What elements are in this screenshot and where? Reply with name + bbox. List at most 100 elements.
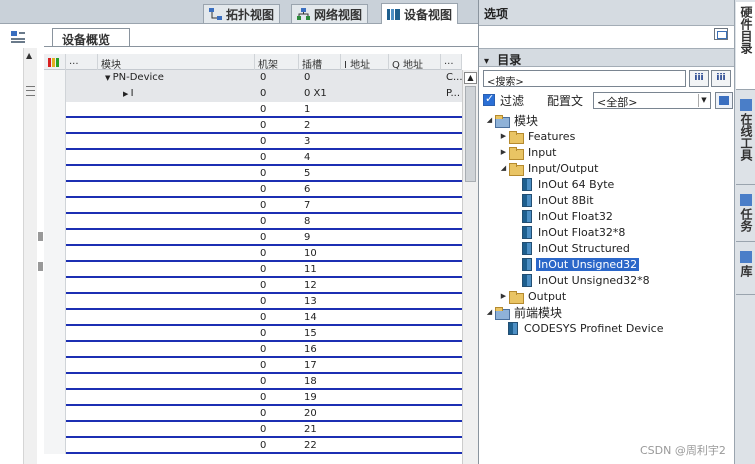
catalog-header[interactable]: ▾ 目录 <box>479 48 735 67</box>
row-selector[interactable] <box>44 214 66 230</box>
collapsed-icon[interactable]: ▶ <box>499 292 508 300</box>
scroll-up-icon[interactable]: ▲ <box>464 72 477 84</box>
filter-checkbox[interactable] <box>483 92 495 106</box>
row-selector[interactable] <box>44 358 66 374</box>
tab-topology-view[interactable]: 拓扑视图 <box>203 4 281 23</box>
dropdown-arrow-icon[interactable]: ▼ <box>698 94 709 107</box>
row-selector[interactable] <box>44 438 66 454</box>
tree-item[interactable]: InOut Unsigned32*8 <box>513 272 652 288</box>
table-scrollbar[interactable]: ▲ <box>462 70 478 464</box>
table-row[interactable]: 0 20 <box>44 406 462 422</box>
row-selector[interactable] <box>44 70 66 86</box>
table-row[interactable]: 0 10 <box>44 246 462 262</box>
table-row[interactable]: ▶ I00 X1 P... <box>44 86 462 102</box>
row-selector[interactable] <box>44 374 66 390</box>
row-selector[interactable] <box>44 262 66 278</box>
row-selector[interactable] <box>44 118 66 134</box>
table-row[interactable]: 01 <box>44 102 462 118</box>
table-row[interactable]: 06 <box>44 182 462 198</box>
expanded-icon[interactable]: ▼ <box>105 74 113 82</box>
tab-device-overview[interactable]: 设备概览 <box>52 28 130 47</box>
header-q-address[interactable]: Q 地址 <box>389 54 441 70</box>
side-tab-1[interactable]: 在线工具 <box>736 95 755 185</box>
row-selector[interactable] <box>44 342 66 358</box>
tree-item[interactable]: ◢ 模块 <box>485 112 540 128</box>
tree-item[interactable]: ◢ Input/Output <box>499 160 600 176</box>
expanded-icon[interactable]: ◢ <box>499 164 508 172</box>
tree-item[interactable]: ▶ Output <box>499 288 568 304</box>
tab-network-view[interactable]: 网络视图 <box>291 4 369 23</box>
expanded-icon[interactable]: ◢ <box>485 308 494 316</box>
expand-arrow-icon[interactable] <box>38 262 43 271</box>
expanded-icon[interactable]: ◢ <box>485 116 494 124</box>
table-row[interactable]: 0 12 <box>44 278 462 294</box>
header-slot[interactable]: 插槽 <box>299 54 341 70</box>
search-down-button[interactable]: iii <box>689 70 709 87</box>
tab-device-view[interactable]: 设备视图 <box>381 3 459 24</box>
chevron-down-icon[interactable]: ▾ <box>484 56 489 67</box>
table-row[interactable]: 09 <box>44 230 462 246</box>
tree-item[interactable]: InOut Unsigned32 <box>513 256 640 272</box>
row-selector[interactable] <box>44 166 66 182</box>
table-row[interactable]: 0 15 <box>44 326 462 342</box>
collapsed-icon[interactable]: ▶ <box>499 148 508 156</box>
table-row[interactable]: 0 16 <box>44 342 462 358</box>
table-row[interactable]: 0 14 <box>44 310 462 326</box>
scroll-up-icon[interactable]: ▲ <box>26 51 32 60</box>
table-row[interactable]: 03 <box>44 134 462 150</box>
table-row[interactable]: 0 11 <box>44 262 462 278</box>
table-row[interactable]: 0 21 <box>44 422 462 438</box>
table-row[interactable]: 07 <box>44 198 462 214</box>
profile-settings-icon[interactable] <box>715 92 733 109</box>
side-tab-2[interactable]: 任务 <box>736 190 755 242</box>
table-row[interactable]: 02 <box>44 118 462 134</box>
table-row[interactable]: 0 17 <box>44 358 462 374</box>
grip-icon[interactable] <box>26 86 35 96</box>
table-row[interactable]: 0 18 <box>44 374 462 390</box>
row-selector[interactable] <box>44 182 66 198</box>
scroll-thumb[interactable] <box>465 86 476 182</box>
row-selector[interactable] <box>44 102 66 118</box>
tree-item[interactable]: ▶ Features <box>499 128 577 144</box>
header-module[interactable]: 模块 <box>98 54 255 70</box>
search-up-button[interactable]: iii <box>711 70 731 87</box>
table-row[interactable]: 05 <box>44 166 462 182</box>
table-row[interactable]: ▼ PN-Device 0 0 C... <box>44 70 462 86</box>
tree-item[interactable]: InOut 64 Byte <box>513 176 616 192</box>
catalog-search-input[interactable]: <搜索> <box>483 70 686 88</box>
profile-select[interactable]: <全部> ▼ <box>593 92 711 109</box>
side-tab-0[interactable]: 硬件目录 <box>736 2 755 90</box>
table-row[interactable]: 04 <box>44 150 462 166</box>
left-splitter-scroll[interactable]: ▲ <box>23 48 37 464</box>
row-selector[interactable] <box>44 326 66 342</box>
row-selector[interactable] <box>44 422 66 438</box>
panel-layout-icon[interactable] <box>714 28 728 40</box>
header-i-address[interactable]: I 地址 <box>341 54 389 70</box>
row-selector[interactable] <box>44 246 66 262</box>
tree-item[interactable]: InOut Float32 <box>513 208 615 224</box>
table-row[interactable]: 0 22 <box>44 438 462 454</box>
header-rack[interactable]: 机架 <box>255 54 299 70</box>
tree-item[interactable]: InOut Structured <box>513 240 632 256</box>
row-selector[interactable] <box>44 278 66 294</box>
tree-item[interactable]: ▶ Input <box>499 144 558 160</box>
row-selector[interactable] <box>44 134 66 150</box>
row-selector[interactable] <box>44 86 66 102</box>
table-row[interactable]: 08 <box>44 214 462 230</box>
row-selector[interactable] <box>44 294 66 310</box>
row-selector[interactable] <box>44 406 66 422</box>
row-selector[interactable] <box>44 150 66 166</box>
header-more[interactable]: ... <box>441 54 462 70</box>
row-selector[interactable] <box>44 310 66 326</box>
collapse-arrow-icon[interactable] <box>38 232 43 241</box>
side-tab-3[interactable]: 库 <box>736 247 755 295</box>
tree-item[interactable]: CODESYS Profinet Device <box>499 320 666 336</box>
collapsed-icon[interactable]: ▶ <box>123 90 131 98</box>
row-selector[interactable] <box>44 198 66 214</box>
row-selector[interactable] <box>44 390 66 406</box>
tree-item[interactable]: InOut 8Bit <box>513 192 596 208</box>
tree-item[interactable]: ◢ 前端模块 <box>485 304 564 320</box>
row-selector[interactable] <box>44 230 66 246</box>
table-row[interactable]: 0 13 <box>44 294 462 310</box>
table-row[interactable]: 0 19 <box>44 390 462 406</box>
